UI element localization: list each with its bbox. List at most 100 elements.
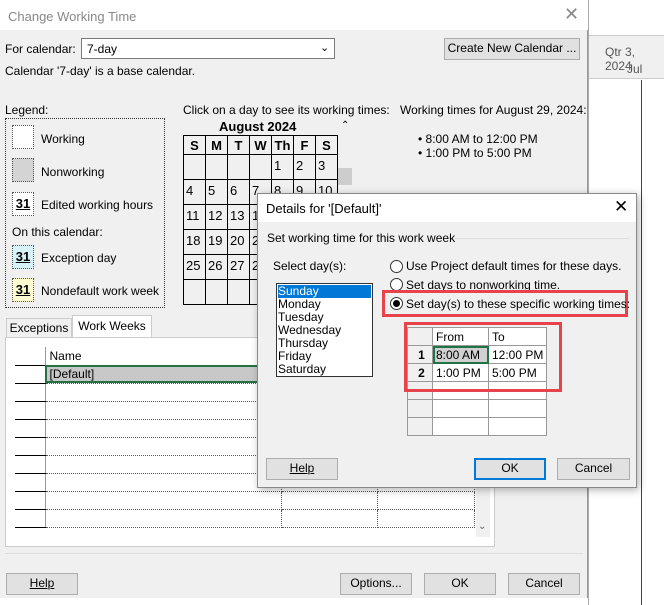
ok-button[interactable]: OK bbox=[424, 573, 496, 595]
calendar-day bbox=[183, 154, 206, 180]
select-days-label: Select day(s): bbox=[273, 259, 347, 273]
from-cell[interactable] bbox=[432, 399, 489, 418]
month-title: August 2024 bbox=[219, 119, 297, 134]
radio-specific-times[interactable] bbox=[390, 297, 403, 310]
from-cell[interactable] bbox=[432, 417, 489, 436]
details-ok-button[interactable]: OK bbox=[474, 458, 546, 480]
chevron-down-icon: ⌄ bbox=[320, 42, 330, 54]
separator bbox=[5, 553, 583, 554]
calendar-day bbox=[249, 154, 272, 180]
row-header bbox=[15, 419, 46, 438]
calendar-day[interactable]: 27 bbox=[227, 254, 250, 280]
exception-swatch: 31 bbox=[12, 245, 34, 269]
nonworking-swatch bbox=[12, 158, 34, 182]
legend-label: Legend: bbox=[5, 103, 49, 117]
calendar-day[interactable]: 13 bbox=[227, 204, 250, 230]
time-row[interactable] bbox=[407, 399, 547, 418]
section-label: Set working time for this work week bbox=[267, 231, 456, 245]
calendar-day[interactable]: 26 bbox=[205, 254, 228, 280]
time-row[interactable] bbox=[407, 417, 547, 436]
timescale-header: Qtr 3, 2024 Jul bbox=[589, 35, 664, 79]
finish-cell bbox=[377, 509, 475, 528]
name-cell bbox=[45, 491, 282, 510]
details-cancel-button[interactable]: Cancel bbox=[557, 458, 630, 480]
scroll-down-icon[interactable]: ⌄ bbox=[478, 521, 486, 532]
radio-default-times[interactable] bbox=[390, 260, 403, 273]
name-cell bbox=[45, 383, 282, 402]
weekday-header: Th bbox=[271, 135, 294, 155]
calendar-day[interactable]: 3 bbox=[315, 154, 338, 180]
row-header bbox=[15, 347, 46, 366]
calendar-day[interactable]: 2 bbox=[293, 154, 316, 180]
calendar-day[interactable]: 25 bbox=[183, 254, 206, 280]
legend-nonworking: Nonworking bbox=[41, 165, 105, 179]
create-new-calendar-button[interactable]: Create New Calendar ... bbox=[444, 38, 580, 60]
legend-box: Working Nonworking 31 Edited working hou… bbox=[5, 118, 165, 308]
name-cell: [Default] bbox=[45, 365, 282, 384]
edited-swatch: 31 bbox=[12, 192, 34, 216]
calendar-day[interactable]: 4 bbox=[183, 179, 206, 205]
calendar-day bbox=[227, 279, 250, 305]
table-row[interactable] bbox=[15, 491, 475, 510]
calendar-day bbox=[205, 154, 228, 180]
tab-exceptions[interactable]: Exceptions bbox=[6, 318, 72, 338]
name-cell bbox=[45, 473, 282, 492]
legend-edited: Edited working hours bbox=[41, 198, 154, 212]
today-line bbox=[641, 80, 642, 605]
help-button[interactable]: Help bbox=[6, 573, 78, 595]
details-help-button[interactable]: Help bbox=[266, 458, 338, 480]
calendar-day[interactable]: 6 bbox=[227, 179, 250, 205]
to-cell[interactable] bbox=[488, 399, 547, 418]
details-title-bar: Details for '[Default]' ✕ bbox=[258, 194, 636, 222]
options-button[interactable]: Options... bbox=[340, 573, 412, 595]
working-times-title: Working times for August 29, 2024: bbox=[400, 103, 587, 117]
day-option[interactable]: Saturday bbox=[278, 363, 371, 376]
calendar-day[interactable]: 5 bbox=[205, 179, 228, 205]
working-swatch bbox=[12, 125, 34, 149]
row-header bbox=[15, 473, 46, 492]
cancel-button[interactable]: Cancel bbox=[508, 573, 580, 595]
calendar-day[interactable]: 11 bbox=[183, 204, 206, 230]
section-divider bbox=[454, 238, 629, 239]
working-time-item: • 8:00 AM to 12:00 PM bbox=[418, 132, 538, 146]
option-default-label: Use Project default times for these days… bbox=[406, 259, 622, 273]
legend-exception: Exception day bbox=[41, 251, 117, 265]
calendar-value: 7-day bbox=[87, 42, 118, 56]
scroll-thumb[interactable] bbox=[338, 168, 352, 185]
name-cell bbox=[45, 419, 282, 438]
click-hint: Click on a day to see its working times: bbox=[183, 103, 390, 117]
days-listbox[interactable]: Sunday Monday Tuesday Wednesday Thursday Frid… bbox=[276, 283, 373, 377]
weekday-header: F bbox=[293, 135, 316, 155]
nondefault-swatch: 31 bbox=[12, 278, 34, 302]
calendar-day[interactable]: 20 bbox=[227, 229, 250, 255]
dialog-title: Change Working Time bbox=[8, 9, 137, 24]
on-this-calendar-label: On this calendar: bbox=[12, 225, 103, 239]
weekday-header: M bbox=[205, 135, 228, 155]
calendar-day[interactable]: 1 bbox=[271, 154, 294, 180]
name-cell bbox=[45, 437, 282, 456]
calendar-day[interactable]: 19 bbox=[205, 229, 228, 255]
close-icon[interactable]: ✕ bbox=[614, 197, 628, 217]
row-header bbox=[15, 383, 46, 402]
legend-working: Working bbox=[41, 132, 85, 146]
times-highlight-box bbox=[404, 322, 562, 392]
name-header: Name bbox=[45, 347, 282, 366]
calendar-day[interactable]: 18 bbox=[183, 229, 206, 255]
calendar-day bbox=[183, 279, 206, 305]
weekday-header: S bbox=[183, 135, 206, 155]
calendar-select[interactable]: 7-day ⌄ bbox=[81, 38, 335, 59]
row-header bbox=[15, 365, 46, 384]
working-times-list: • 8:00 AM to 12:00 PM • 1:00 PM to 5:00 … bbox=[418, 132, 538, 160]
legend-nondefault: Nondefault work week bbox=[41, 284, 160, 298]
calendar-day bbox=[227, 154, 250, 180]
scroll-up-icon[interactable]: ⌃ bbox=[341, 120, 349, 131]
row-header bbox=[15, 401, 46, 420]
table-row[interactable] bbox=[15, 509, 475, 528]
row-header bbox=[15, 491, 46, 510]
tab-work-weeks[interactable]: Work Weeks bbox=[72, 315, 152, 338]
name-cell bbox=[45, 401, 282, 420]
close-icon[interactable]: ✕ bbox=[564, 4, 579, 25]
to-cell[interactable] bbox=[488, 417, 547, 436]
calendar-day[interactable]: 12 bbox=[205, 204, 228, 230]
calendar-day bbox=[205, 279, 228, 305]
